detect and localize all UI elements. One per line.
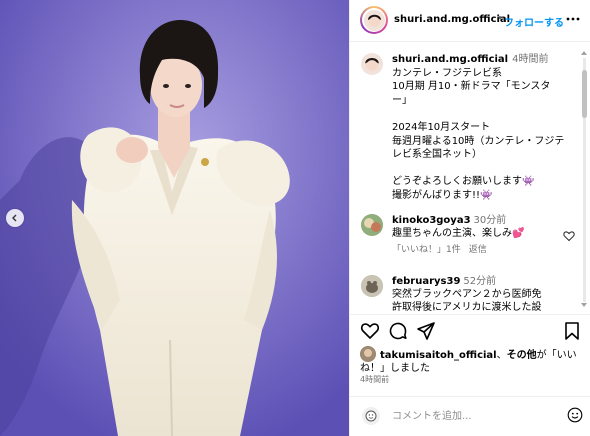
scroll-down-icon[interactable] bbox=[581, 302, 587, 308]
previous-photo-button[interactable] bbox=[6, 209, 24, 227]
commenter-avatar[interactable] bbox=[362, 407, 380, 425]
post-actions bbox=[350, 314, 590, 342]
comments-scrollbar[interactable] bbox=[581, 50, 587, 308]
avatar-photo-icon bbox=[361, 275, 383, 297]
post-photo bbox=[0, 0, 349, 436]
comment-item: kinoko3goya3 30分前 趣里ちゃんの主演、楽しみ💕 「いいね！」1件返… bbox=[392, 214, 567, 257]
comments-area[interactable]: shuri.and.mg.official 4時間前 カンテレ・フジテレビ系 10… bbox=[350, 42, 590, 312]
reply-button[interactable]: 返信 bbox=[469, 245, 487, 255]
scrollbar-thumb[interactable] bbox=[582, 70, 587, 118]
scroll-up-icon[interactable] bbox=[581, 50, 587, 56]
follow-button[interactable]: フォローする bbox=[504, 14, 564, 29]
caption-line: どうぞよろしくお願いします👾 bbox=[392, 176, 535, 188]
comment-avatar[interactable] bbox=[361, 275, 383, 297]
caption-avatar[interactable] bbox=[361, 53, 383, 75]
caption-line: 10月期 月10・新ドラマ「モンスタ bbox=[392, 81, 551, 93]
comment-avatar[interactable] bbox=[361, 214, 383, 236]
profile-avatar[interactable] bbox=[360, 6, 388, 34]
share-icon[interactable] bbox=[416, 321, 436, 341]
heart-icon[interactable] bbox=[360, 321, 380, 341]
comment-likes[interactable]: 「いいね！」1件 bbox=[392, 245, 461, 255]
header-username[interactable]: shuri.and.mg.official bbox=[394, 14, 510, 25]
likes-summary: takumisaitoh_official、その他が「いいね！」しました bbox=[360, 346, 585, 375]
comment-input[interactable] bbox=[392, 408, 542, 424]
comment-time: 30分前 bbox=[473, 215, 507, 226]
comment-username[interactable]: kinoko3goya3 bbox=[392, 215, 471, 226]
emoji-icon bbox=[365, 410, 377, 422]
likes-separator: 、 bbox=[496, 350, 507, 361]
caption-time: 4時間前 bbox=[512, 54, 549, 65]
avatar-face-icon bbox=[367, 14, 381, 27]
avatar-photo-icon bbox=[360, 346, 376, 362]
photo-illustration bbox=[0, 0, 349, 436]
bookmark-icon[interactable] bbox=[562, 321, 582, 341]
post-side-panel: shuri.and.mg.official • フォローする shuri.and… bbox=[349, 0, 590, 436]
comment-text: 許取得後にアメリカに渡米した設 bbox=[392, 302, 542, 312]
caption-line: 毎週月曜よる10時（カンテレ・フジテ bbox=[392, 135, 565, 147]
caption-username[interactable]: shuri.and.mg.official bbox=[392, 54, 508, 65]
caption-line: カンテレ・フジテレビ系 bbox=[392, 67, 502, 79]
header-separator: • bbox=[497, 13, 503, 24]
heart-icon[interactable] bbox=[563, 230, 575, 242]
emoji-icon[interactable] bbox=[567, 407, 583, 423]
instagram-post: shuri.and.mg.official • フォローする shuri.and… bbox=[0, 0, 590, 436]
comment-text: 突然ブラックペアン２から医師免 bbox=[392, 289, 542, 300]
post-timestamp[interactable]: 4時間前 bbox=[360, 374, 389, 385]
add-comment-bar bbox=[350, 396, 590, 436]
avatar-photo-icon bbox=[361, 214, 383, 236]
caption-line: ー」 bbox=[392, 94, 412, 106]
caption-line: 2024年10月スタート bbox=[392, 121, 491, 133]
comment-time: 52分前 bbox=[463, 276, 497, 287]
caption-line: 撮影がんばります!!👾 bbox=[392, 189, 493, 201]
post-header: shuri.and.mg.official • フォローする bbox=[350, 0, 590, 42]
likes-others-link[interactable]: その他 bbox=[507, 350, 537, 361]
comment-item: februarys39 52分前 突然ブラックペアン２から医師免 許取得後にアメリ… bbox=[392, 275, 567, 312]
ellipsis-icon[interactable] bbox=[565, 11, 581, 27]
chevron-left-icon bbox=[12, 214, 17, 222]
caption-line: レビ系全国ネット） bbox=[392, 149, 482, 161]
liker-avatar[interactable] bbox=[360, 346, 376, 362]
post-caption: shuri.and.mg.official 4時間前 カンテレ・フジテレビ系 10… bbox=[392, 53, 577, 203]
comment-username[interactable]: februarys39 bbox=[392, 276, 460, 287]
comment-text: 趣里ちゃんの主演、楽しみ💕 bbox=[392, 228, 525, 239]
avatar-face-icon bbox=[365, 57, 379, 71]
liker-username[interactable]: takumisaitoh_official bbox=[380, 350, 497, 361]
comment-icon[interactable] bbox=[388, 321, 408, 341]
